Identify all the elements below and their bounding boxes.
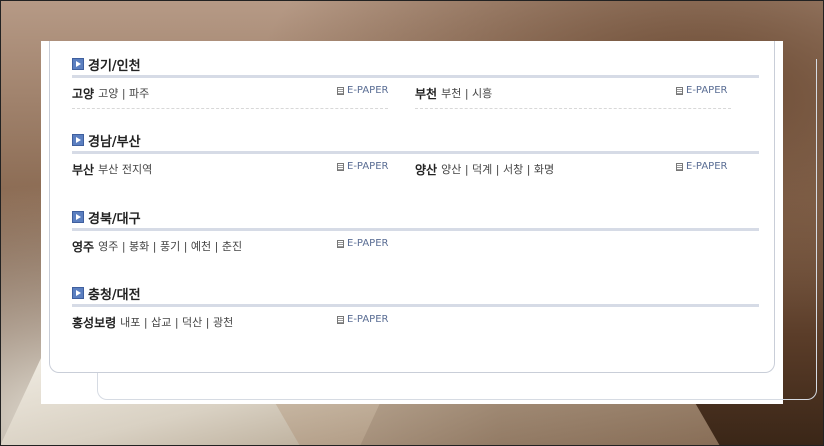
epaper-link-yeongju[interactable]: E-PAPER: [337, 238, 388, 249]
region-areas: 양산 | 덕계 | 서창 | 화명: [441, 163, 555, 176]
region-areas: 내포 | 삽교 | 덕산 | 광천: [120, 316, 234, 329]
document-icon: [676, 86, 683, 95]
section-gyeongnam-busan: 경남/부산 부산 부산 전지역 E-PAPER 양산 양산 | 덕계 | 서창 …: [72, 129, 759, 188]
document-icon: [337, 239, 344, 248]
epaper-label[interactable]: E-PAPER: [347, 314, 388, 325]
epaper-link-yangsan[interactable]: E-PAPER: [676, 161, 727, 172]
section-header: 충청/대전: [72, 282, 759, 307]
epaper-label[interactable]: E-PAPER: [347, 161, 388, 172]
section-title: 충청/대전: [88, 287, 141, 303]
regional-edition-panel: 경기/인천 고양 고양 | 파주 E-PAPER 부천 부천 | 시흥 E-PA…: [41, 41, 817, 404]
document-icon: [676, 162, 683, 171]
section-header: 경남/부산: [72, 129, 759, 154]
section-chungcheong-daejeon: 충청/대전 홍성보령 내포 | 삽교 | 덕산 | 광천 E-PAPER: [72, 282, 759, 341]
epaper-link-goyang[interactable]: E-PAPER: [337, 85, 388, 96]
region-name[interactable]: 홍성보령: [72, 314, 116, 331]
section-gyeonggi-incheon: 경기/인천 고양 고양 | 파주 E-PAPER 부천 부천 | 시흥 E-PA…: [72, 53, 759, 112]
epaper-label[interactable]: E-PAPER: [347, 238, 388, 249]
region-areas: 부산 전지역: [98, 163, 153, 176]
section-row: 고양 고양 | 파주 E-PAPER 부천 부천 | 시흥 E-PAPER: [72, 78, 759, 112]
section-row: 홍성보령 내포 | 삽교 | 덕산 | 광천 E-PAPER: [72, 307, 759, 341]
play-arrow-icon: [72, 58, 84, 70]
section-title: 경북/대구: [88, 211, 141, 227]
region-name[interactable]: 부산: [72, 161, 94, 178]
document-icon: [337, 315, 344, 324]
region-name[interactable]: 부천: [415, 85, 437, 102]
epaper-link-bucheon[interactable]: E-PAPER: [676, 85, 727, 96]
document-icon: [337, 162, 344, 171]
epaper-label[interactable]: E-PAPER: [686, 161, 727, 172]
region-areas: 영주 | 봉화 | 풍기 | 예천 | 춘진: [98, 240, 243, 253]
region-areas: 고양 | 파주: [98, 87, 150, 100]
epaper-label[interactable]: E-PAPER: [686, 85, 727, 96]
section-title: 경남/부산: [88, 134, 141, 150]
regional-edition-box: 경기/인천 고양 고양 | 파주 E-PAPER 부천 부천 | 시흥 E-PA…: [49, 41, 775, 373]
section-row: 부산 부산 전지역 E-PAPER 양산 양산 | 덕계 | 서창 | 화명 E…: [72, 154, 759, 188]
section-row: 영주 영주 | 봉화 | 풍기 | 예천 | 춘진 E-PAPER: [72, 231, 759, 265]
section-header: 경북/대구: [72, 206, 759, 231]
region-name[interactable]: 영주: [72, 238, 94, 255]
play-arrow-icon: [72, 287, 84, 299]
play-arrow-icon: [72, 134, 84, 146]
play-arrow-icon: [72, 211, 84, 223]
section-gyeongbuk-daegu: 경북/대구 영주 영주 | 봉화 | 풍기 | 예천 | 춘진 E-PAPER: [72, 206, 759, 265]
epaper-link-busan[interactable]: E-PAPER: [337, 161, 388, 172]
region-name[interactable]: 고양: [72, 85, 94, 102]
section-title: 경기/인천: [88, 58, 141, 74]
section-header: 경기/인천: [72, 53, 759, 78]
epaper-link-hongseong-boryeong[interactable]: E-PAPER: [337, 314, 388, 325]
region-name[interactable]: 양산: [415, 161, 437, 178]
document-icon: [337, 86, 344, 95]
region-areas: 부천 | 시흥: [441, 87, 493, 100]
epaper-label[interactable]: E-PAPER: [347, 85, 388, 96]
